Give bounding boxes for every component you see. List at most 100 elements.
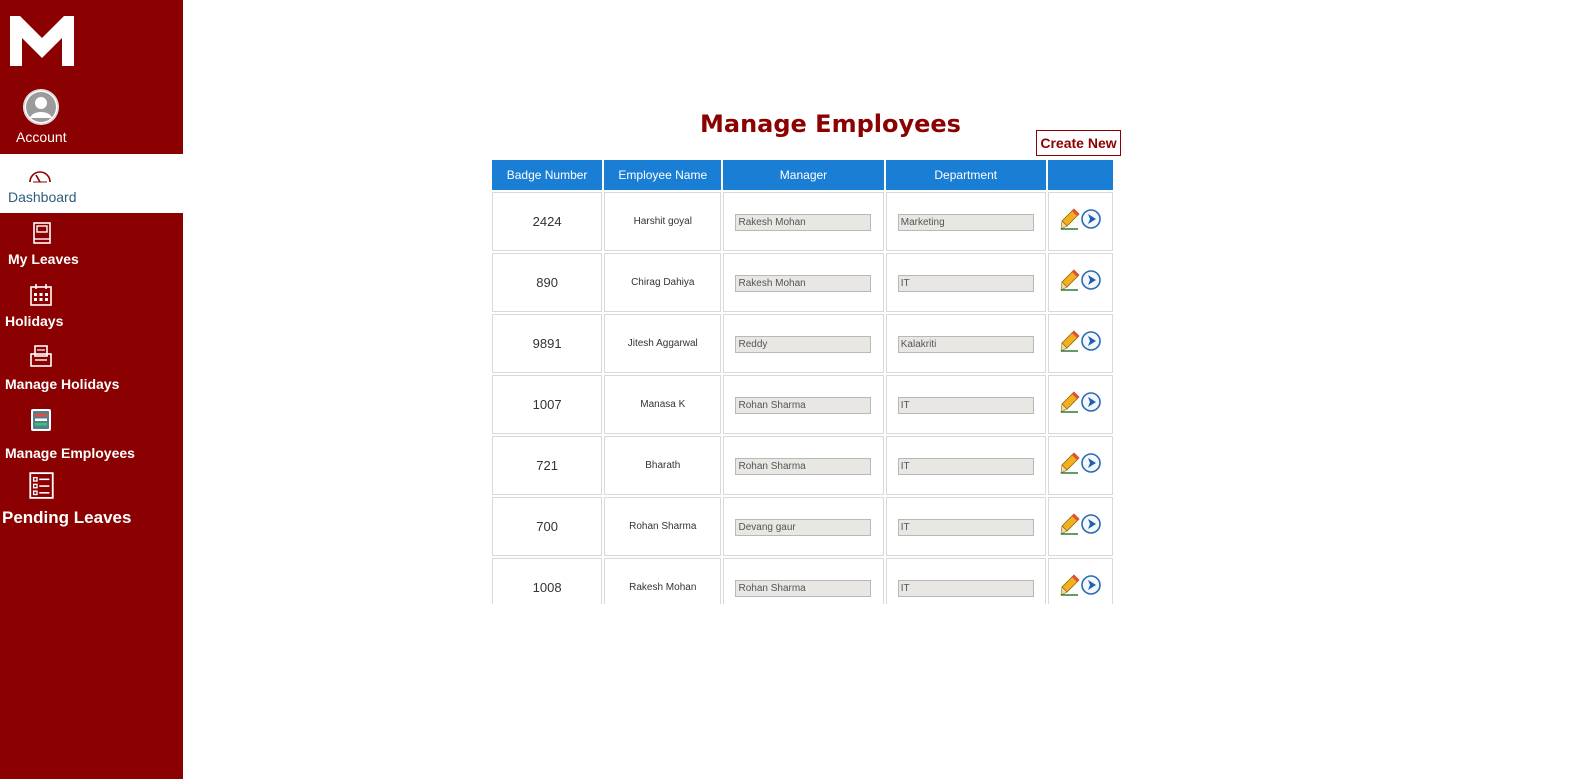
manager-field: Rakesh Mohan <box>735 275 872 292</box>
department-field: IT <box>897 275 1034 292</box>
badge-number-cell: 700 <box>492 497 603 556</box>
manager-cell: Rakesh Mohan <box>723 192 884 251</box>
actions-cell <box>1047 314 1113 373</box>
details-arrow-icon[interactable] <box>1081 514 1101 534</box>
sidebar-item-label: Dashboard <box>8 189 77 205</box>
actions-cell <box>1047 436 1113 495</box>
manager-cell: Rakesh Mohan <box>723 253 884 312</box>
department-cell: IT <box>885 253 1046 312</box>
table-row: 1007 Manasa K Rohan Sharma IT <box>492 375 1113 434</box>
actions-cell <box>1047 253 1113 312</box>
table-row: 9891 Jitesh Aggarwal Reddy Kalakriti <box>492 314 1113 373</box>
column-header-manager: Manager <box>723 160 884 190</box>
manager-cell: Reddy <box>723 314 884 373</box>
edit-pencil-icon[interactable] <box>1060 513 1080 535</box>
calendar-icon <box>30 284 52 306</box>
department-field: IT <box>897 458 1034 475</box>
table-row: 700 Rohan Sharma Devang gaur IT <box>492 497 1113 556</box>
details-arrow-icon[interactable] <box>1081 331 1101 351</box>
employee-name-cell: Harshit goyal <box>604 192 722 251</box>
sidebar-item-manage-employees[interactable]: Manage Employees <box>0 404 183 464</box>
sidebar-item-manage-holidays[interactable]: Manage Holidays <box>0 342 183 396</box>
edit-pencil-icon[interactable] <box>1060 574 1080 596</box>
department-cell: Kalakriti <box>885 314 1046 373</box>
column-header-badge: Badge Number <box>492 160 603 190</box>
sidebar-item-label: Holidays <box>5 313 64 329</box>
sidebar-item-label: My Leaves <box>8 251 79 267</box>
sidebar-item-holidays[interactable]: Holidays <box>0 280 183 332</box>
badge-number-cell: 1007 <box>492 375 603 434</box>
account-label: Account <box>16 129 67 145</box>
avatar-icon <box>23 89 59 125</box>
actions-cell <box>1047 375 1113 434</box>
department-cell: Marketing <box>885 192 1046 251</box>
table-row: 890 Chirag Dahiya Rakesh Mohan IT <box>492 253 1113 312</box>
book-icon <box>33 222 51 244</box>
badge-number-cell: 1008 <box>492 558 603 604</box>
sidebar-item-label: Manage Employees <box>5 445 135 461</box>
sidebar-item-pending-leaves[interactable]: Pending Leaves <box>0 470 183 530</box>
sidebar-item-label: Manage Holidays <box>5 376 120 392</box>
table-row: 1008 Rakesh Mohan Rohan Sharma IT <box>492 558 1113 604</box>
badge-number-cell: 2424 <box>492 192 603 251</box>
manager-field: Rohan Sharma <box>735 397 872 414</box>
manager-cell: Rohan Sharma <box>723 436 884 495</box>
speedometer-icon <box>29 171 51 183</box>
employee-name-cell: Manasa K <box>604 375 722 434</box>
edit-pencil-icon[interactable] <box>1060 330 1080 352</box>
manager-cell: Rohan Sharma <box>723 375 884 434</box>
department-field: Kalakriti <box>897 336 1034 353</box>
employee-name-cell: Chirag Dahiya <box>604 253 722 312</box>
column-header-actions <box>1047 160 1113 190</box>
manager-cell: Devang gaur <box>723 497 884 556</box>
badge-number-cell: 721 <box>492 436 603 495</box>
manager-field: Reddy <box>735 336 872 353</box>
checklist-icon <box>29 472 54 499</box>
manager-field: Rohan Sharma <box>735 580 872 597</box>
department-cell: IT <box>885 497 1046 556</box>
department-field: Marketing <box>897 214 1034 231</box>
details-arrow-icon[interactable] <box>1081 575 1101 595</box>
manager-cell: Rohan Sharma <box>723 558 884 604</box>
table-header-row: Badge Number Employee Name Manager Depar… <box>492 160 1113 190</box>
sidebar-item-label: Pending Leaves <box>2 508 132 527</box>
employee-table: Badge Number Employee Name Manager Depar… <box>491 159 1116 604</box>
page-title: Manage Employees <box>700 110 961 138</box>
account-menu[interactable]: Account <box>0 88 183 152</box>
employee-name-cell: Rakesh Mohan <box>604 558 722 604</box>
badge-number-cell: 9891 <box>492 314 603 373</box>
manager-field: Devang gaur <box>735 519 872 536</box>
employee-name-cell: Jitesh Aggarwal <box>604 314 722 373</box>
department-cell: IT <box>885 558 1046 604</box>
document-list-icon <box>31 409 51 431</box>
actions-cell <box>1047 192 1113 251</box>
edit-pencil-icon[interactable] <box>1060 208 1080 230</box>
details-arrow-icon[interactable] <box>1081 270 1101 290</box>
column-header-department: Department <box>885 160 1046 190</box>
sidebar: Account Dashboard My Leaves Holidays Man… <box>0 0 183 779</box>
details-arrow-icon[interactable] <box>1081 453 1101 473</box>
edit-pencil-icon[interactable] <box>1060 391 1080 413</box>
edit-pencil-icon[interactable] <box>1060 269 1080 291</box>
employee-name-cell: Bharath <box>604 436 722 495</box>
department-field: IT <box>897 519 1034 536</box>
printer-icon <box>30 345 52 367</box>
badge-number-cell: 890 <box>492 253 603 312</box>
column-header-name: Employee Name <box>604 160 722 190</box>
create-new-button[interactable]: Create New <box>1036 130 1121 156</box>
sidebar-item-my-leaves[interactable]: My Leaves <box>0 218 183 270</box>
table-row: 721 Bharath Rohan Sharma IT <box>492 436 1113 495</box>
employee-name-cell: Rohan Sharma <box>604 497 722 556</box>
details-arrow-icon[interactable] <box>1081 209 1101 229</box>
logo-icon[interactable] <box>10 16 74 66</box>
manager-field: Rohan Sharma <box>735 458 872 475</box>
details-arrow-icon[interactable] <box>1081 392 1101 412</box>
department-cell: IT <box>885 436 1046 495</box>
edit-pencil-icon[interactable] <box>1060 452 1080 474</box>
department-field: IT <box>897 397 1034 414</box>
sidebar-item-dashboard[interactable]: Dashboard <box>0 154 183 213</box>
manager-field: Rakesh Mohan <box>735 214 872 231</box>
table-row: 2424 Harshit goyal Rakesh Mohan Marketing <box>492 192 1113 251</box>
actions-cell <box>1047 497 1113 556</box>
actions-cell <box>1047 558 1113 604</box>
